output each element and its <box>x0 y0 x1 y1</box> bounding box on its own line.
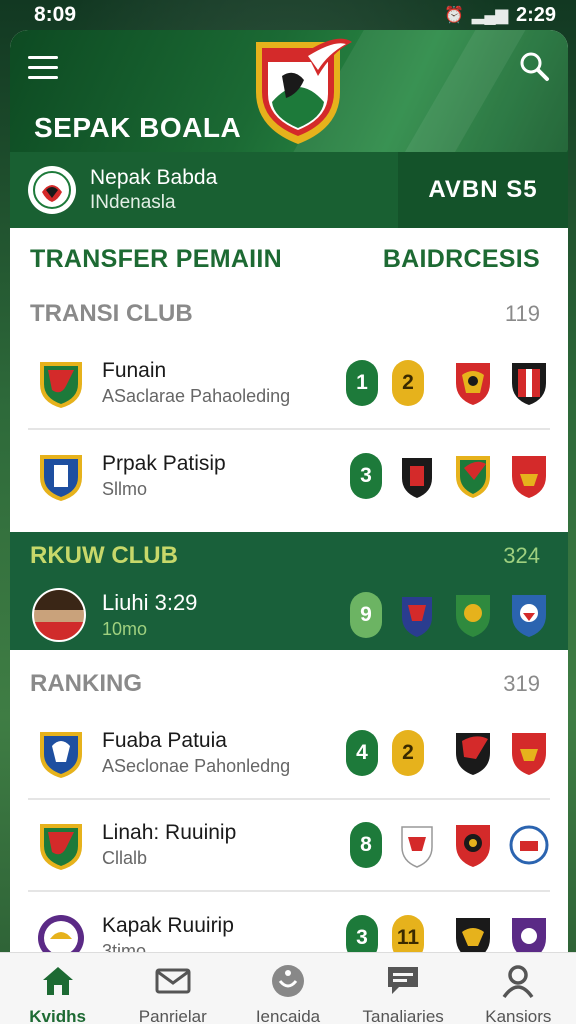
chat-icon <box>388 967 419 994</box>
status-time: 8:09 <box>34 3 77 26</box>
team-score[interactable]: AVBN S5 <box>398 152 568 228</box>
nav-matches[interactable]: Iencaida <box>233 963 343 1024</box>
club-shield-icon <box>40 732 82 778</box>
club-crest-icon <box>509 825 549 865</box>
featured-title: RKUW CLUB <box>30 542 178 569</box>
featured-header: RKUW CLUB 324 <box>10 532 568 580</box>
status-clock: 2:29 <box>515 3 556 26</box>
player-name: Liuhi 3:29 <box>102 590 198 615</box>
club-crest-icon <box>512 733 546 775</box>
menu-icon[interactable] <box>28 56 58 80</box>
featured-row[interactable]: Liuhi 3:29 10mo 9 <box>28 580 550 650</box>
nav-chat[interactable]: Tanaliaries <box>348 963 458 1024</box>
count-badge: 9 <box>350 592 382 638</box>
nav-label: Kansiors <box>485 1007 552 1024</box>
club-crest-icon <box>402 597 432 637</box>
club-crest-icon <box>512 363 546 405</box>
club-crest-icon <box>401 826 433 868</box>
ranking-count: 319 <box>503 671 540 696</box>
group-title: TRANSI CLUB <box>30 300 193 327</box>
club-name: Fuaba Patuia <box>102 729 227 752</box>
nav-messages[interactable]: Panrielar <box>118 963 228 1024</box>
ranking-title: RANKING <box>30 670 142 697</box>
user-icon <box>502 965 534 999</box>
club-crest-icon <box>456 595 490 637</box>
status-icons: ⏰ ▂▄▆ 2:29 <box>444 4 556 27</box>
nav-label: Panrielar <box>138 1007 207 1024</box>
club-crest-icon <box>512 595 546 637</box>
club-crest-icon <box>402 458 432 498</box>
tab-transfer[interactable]: TRANSFER PEMAIIN <box>30 245 282 274</box>
count-badge: 1 <box>346 360 378 406</box>
search-icon[interactable] <box>518 50 550 82</box>
club-subtitle: Sllmo <box>102 479 148 499</box>
featured-count: 324 <box>503 543 540 568</box>
club-name: Prpak Patisip <box>102 452 226 475</box>
nav-label: Iencaida <box>255 1007 321 1024</box>
home-icon <box>42 967 73 995</box>
club-shield-icon <box>40 362 82 408</box>
alarm-icon: ⏰ <box>444 7 465 24</box>
nav-label: Kvidhs <box>29 1007 86 1024</box>
count-badge: 4 <box>346 730 378 776</box>
count-badge: 3 <box>350 453 382 499</box>
club-row[interactable]: Funain ASaclarae Pahaoleding 1 2 <box>28 338 550 430</box>
tab-secondary[interactable]: BAIDRCESIS <box>383 245 540 274</box>
club-crest-icon <box>456 733 490 775</box>
club-name: Kapak Ruuirip <box>102 914 234 937</box>
club-crest-icon <box>456 363 490 405</box>
app-container: SEPAK BOALA Nepak Babda INdenasla AVBN S… <box>10 30 568 1024</box>
club-name: Linah: Ruuinip <box>102 821 237 844</box>
player-subtitle: 10mo <box>102 619 148 639</box>
transfer-club-group: TRANSI CLUB 119 Funain ASaclarae Pahaole… <box>10 290 568 522</box>
team-country: INdenasla <box>90 192 176 213</box>
nav-label: Tanaliaries <box>362 1007 444 1024</box>
club-crest-icon <box>456 825 490 867</box>
nav-profile[interactable]: Kansiors <box>463 963 573 1024</box>
eagle-crest-icon <box>33 171 71 209</box>
app-title: SEPAK BOALA <box>34 112 242 143</box>
section-header: TRANSFER PEMAIIN BAIDRCESIS <box>10 228 568 290</box>
ball-icon <box>271 965 304 997</box>
ranking-row[interactable]: Fuaba Patuia ASeclonae Pahonledng 4 2 <box>28 708 550 800</box>
player-avatar <box>32 588 86 642</box>
club-shield-icon <box>40 824 82 870</box>
club-subtitle: ASaclarae Pahaoleding <box>102 386 291 406</box>
nav-home[interactable]: Kvidhs <box>3 963 113 1024</box>
signal-icon: ▂▄▆ <box>472 7 508 24</box>
team-name: Nepak Babda <box>90 166 218 189</box>
club-row[interactable]: Prpak Patisip Sllmo 3 <box>28 430 550 522</box>
club-name: Funain <box>102 359 167 382</box>
club-crest-logo <box>256 38 352 144</box>
bottom-navigation: Kvidhs Panrielar Iencaida Tanaliaries Ka… <box>0 952 576 1024</box>
team-badge <box>28 166 76 214</box>
featured-club-group: RKUW CLUB 324 Liuhi 3:29 10mo 9 <box>10 532 568 650</box>
count-badge: 2 <box>392 360 424 406</box>
ranking-row[interactable]: Linah: Ruuinip Cllalb 8 <box>28 800 550 892</box>
app-header: SEPAK BOALA <box>10 30 568 152</box>
ranking-group: RANKING 319 Fuaba Patuia ASeclonae Pahon… <box>10 660 568 984</box>
group-header: TRANSI CLUB 119 <box>10 290 568 338</box>
ranking-header: RANKING 319 <box>10 660 568 708</box>
count-badge: 8 <box>350 822 382 868</box>
club-crest-icon <box>456 456 490 498</box>
club-subtitle: Cllalb <box>102 848 148 868</box>
group-count: 119 <box>504 301 540 326</box>
club-subtitle: ASeclonae Pahonledng <box>102 756 291 776</box>
status-bar: 8:09 ⏰ ▂▄▆ 2:29 <box>0 0 576 30</box>
team-bar[interactable]: Nepak Babda INdenasla AVBN S5 <box>10 152 568 228</box>
club-crest-icon <box>512 456 546 498</box>
team-info: Nepak Babda INdenasla <box>10 152 398 228</box>
mail-icon <box>155 968 191 994</box>
club-shield-icon <box>40 455 82 501</box>
count-badge: 2 <box>392 730 424 776</box>
